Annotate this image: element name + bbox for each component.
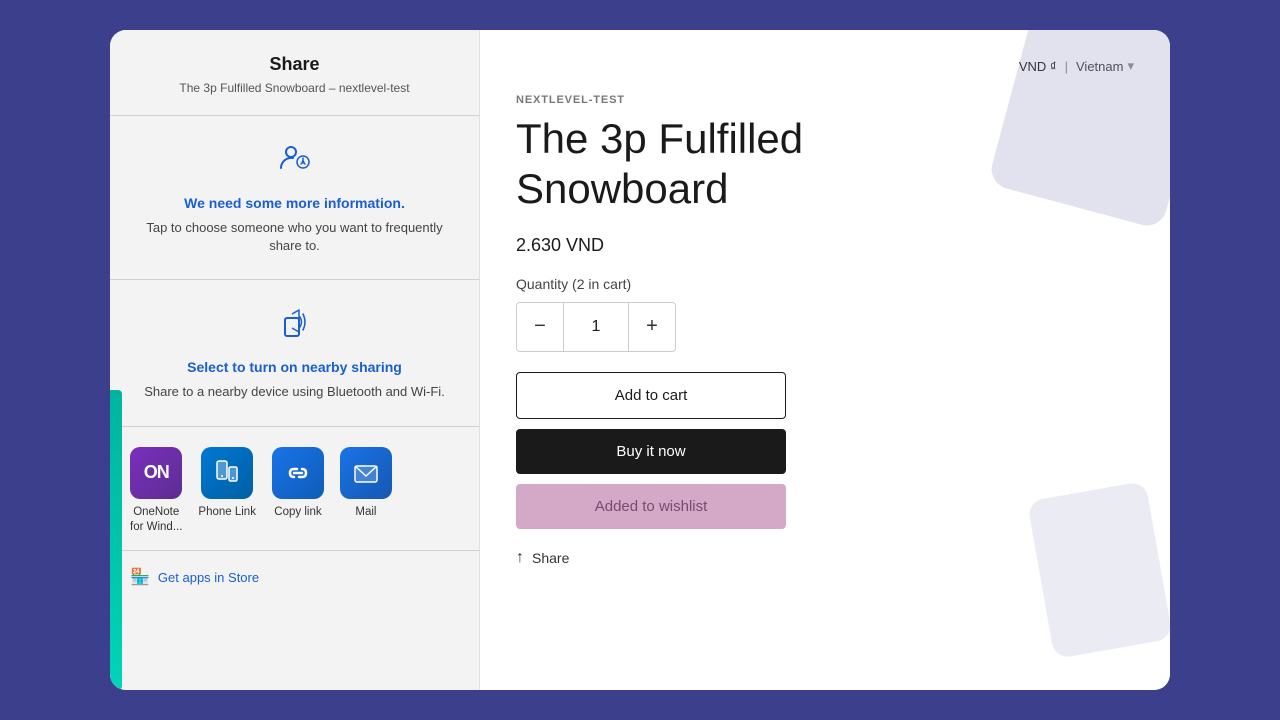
onenote-icon: ON	[130, 447, 182, 499]
buy-now-button[interactable]: Buy it now	[516, 429, 786, 474]
share-title: Share	[130, 54, 459, 75]
share-label: Share	[532, 550, 569, 566]
more-info-desc: Tap to choose someone who you want to fr…	[130, 219, 459, 255]
product-panel: VND ₫ | Vietnam ▾ NEXTLEVEL-TEST The 3p …	[480, 30, 1170, 690]
onenote-label: OneNotefor Wind...	[130, 505, 182, 535]
main-card: Share The 3p Fulfilled Snowboard – nextl…	[110, 30, 1170, 690]
more-info-title: We need some more information.	[184, 195, 405, 211]
app-mail[interactable]: Mail	[340, 447, 392, 535]
store-link-label: Get apps in Store	[158, 570, 259, 585]
more-info-section[interactable]: We need some more information. Tap to ch…	[110, 116, 479, 280]
nearby-title: Select to turn on nearby sharing	[187, 359, 402, 375]
phonelink-icon	[201, 447, 253, 499]
app-copylink[interactable]: Copy link	[272, 447, 324, 535]
wishlist-button[interactable]: Added to wishlist	[516, 484, 786, 529]
phonelink-label: Phone Link	[198, 505, 256, 520]
share-subtitle: The 3p Fulfilled Snowboard – nextlevel-t…	[130, 81, 459, 95]
quantity-value: 1	[563, 303, 629, 351]
share-panel: Share The 3p Fulfilled Snowboard – nextl…	[110, 30, 480, 690]
nearby-desc: Share to a nearby device using Bluetooth…	[144, 383, 445, 401]
add-to-cart-button[interactable]: Add to cart	[516, 372, 786, 419]
quantity-control: − 1 +	[516, 302, 676, 352]
copylink-label: Copy link	[274, 505, 321, 520]
quantity-increase-button[interactable]: +	[629, 303, 675, 351]
mail-icon	[340, 447, 392, 499]
nearby-share-icon	[277, 304, 313, 347]
left-accent	[110, 390, 122, 690]
person-icon	[277, 140, 313, 183]
nearby-section[interactable]: Select to turn on nearby sharing Share t…	[110, 280, 479, 426]
apps-section: ON OneNotefor Wind...	[110, 427, 479, 552]
mail-label: Mail	[355, 505, 376, 520]
quantity-label: Quantity (2 in cart)	[516, 276, 1134, 292]
store-icon: 🏪	[130, 567, 150, 587]
apps-grid: ON OneNotefor Wind...	[130, 447, 459, 535]
deco-shape-2	[1027, 481, 1170, 659]
app-onenote[interactable]: ON OneNotefor Wind...	[130, 447, 182, 535]
copylink-icon	[272, 447, 324, 499]
product-price: 2.630 VND	[516, 235, 1134, 256]
quantity-decrease-button[interactable]: −	[517, 303, 563, 351]
share-icon: ↑	[516, 549, 524, 567]
get-apps-store-link[interactable]: 🏪 Get apps in Store	[110, 551, 479, 603]
share-header: Share The 3p Fulfilled Snowboard – nextl…	[110, 30, 479, 116]
app-phonelink[interactable]: Phone Link	[198, 447, 256, 535]
